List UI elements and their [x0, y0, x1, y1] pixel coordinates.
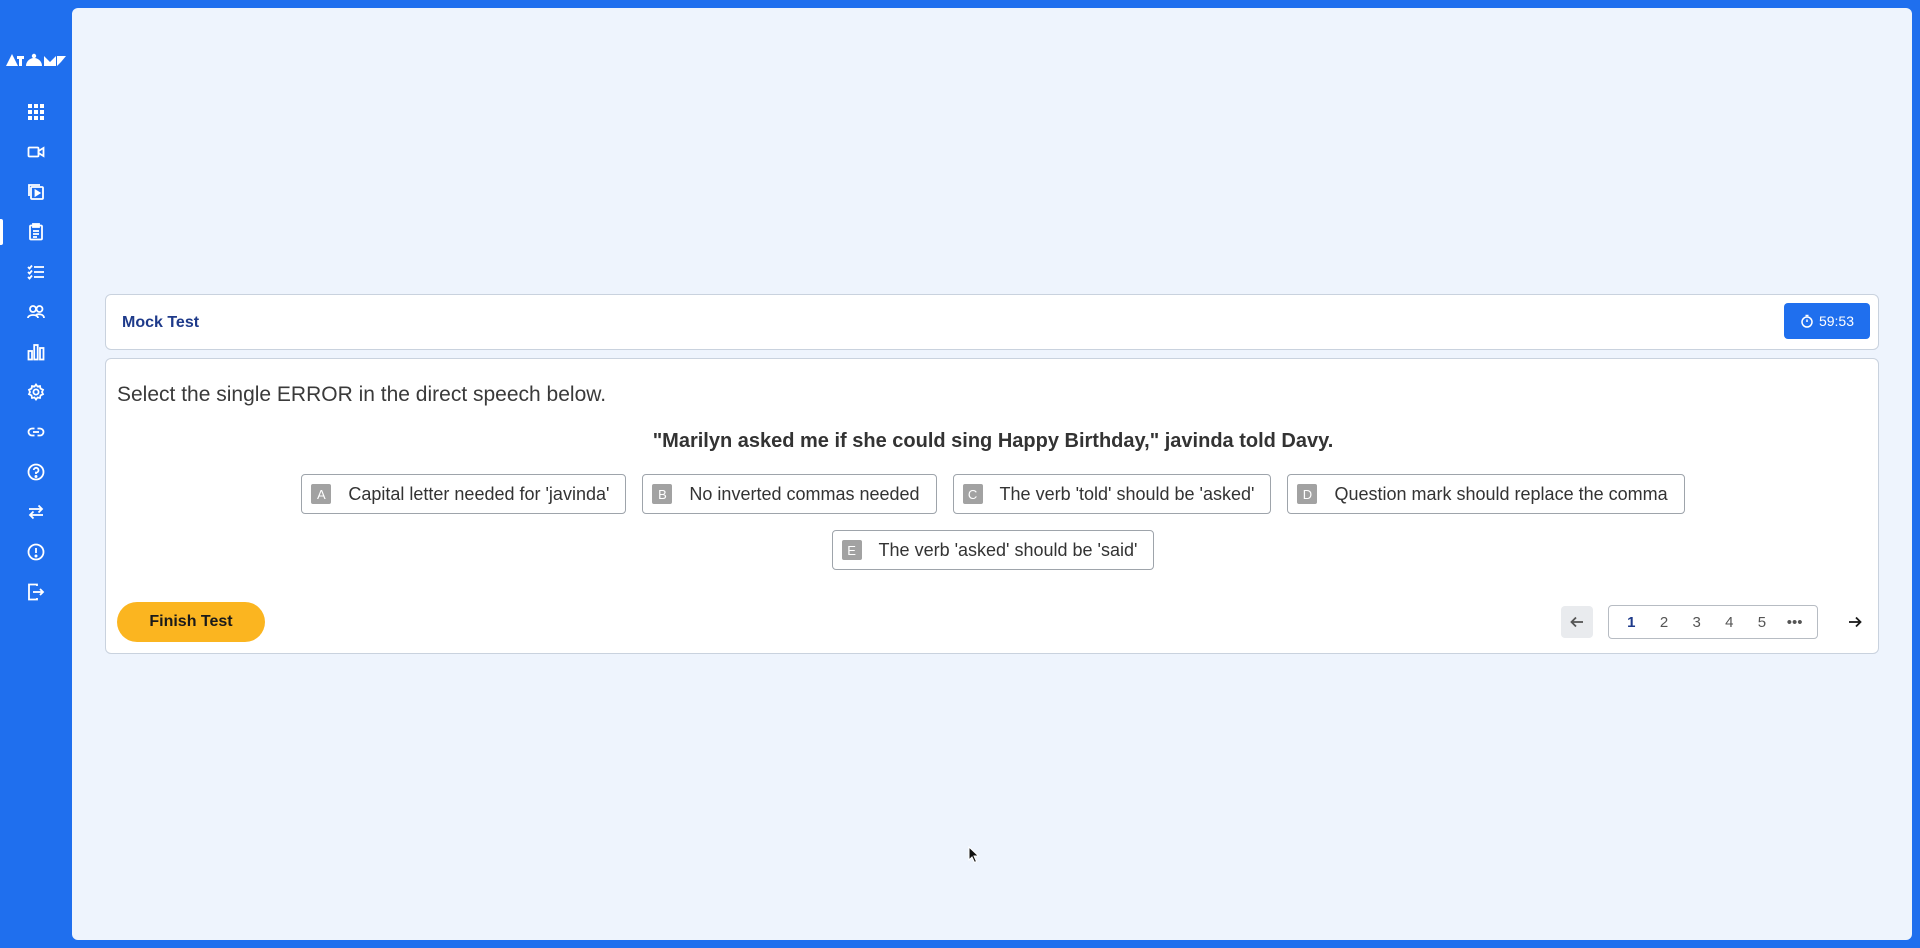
logout-icon [28, 583, 45, 601]
options-row: E The verb 'asked' should be 'said' [106, 530, 1880, 570]
sidebar-item-lessons[interactable] [0, 172, 72, 212]
page-5[interactable]: 5 [1748, 614, 1776, 631]
arrow-right-icon [1849, 616, 1862, 628]
option-letter: A [311, 484, 332, 504]
main-panel: Mock Test 59:53 Select the single ERROR … [72, 8, 1912, 940]
sidebar-item-videos[interactable] [0, 132, 72, 172]
sidebar-item-dashboard[interactable] [0, 92, 72, 132]
question-instruction: Select the single ERROR in the direct sp… [117, 383, 607, 406]
arrow-left-icon [1570, 616, 1583, 628]
option-letter: B [652, 484, 673, 504]
option-text: The verb 'asked' should be 'said' [878, 539, 1138, 560]
info-icon [27, 543, 45, 561]
page-2[interactable]: 2 [1650, 614, 1678, 631]
sidebar-item-tests[interactable] [0, 212, 72, 252]
grid-icon [28, 104, 44, 120]
pagination: 1 2 3 4 5 ••• [1608, 605, 1818, 639]
options-row: A Capital letter needed for 'javinda' B … [106, 474, 1880, 514]
video-icon [27, 146, 45, 158]
option-text: Question mark should replace the comma [1334, 483, 1668, 504]
sidebar-item-help[interactable] [0, 452, 72, 492]
users-icon [27, 305, 45, 319]
more-pages-button[interactable]: ••• [1781, 614, 1809, 631]
sidebar-item-links[interactable] [0, 412, 72, 452]
previous-page-button[interactable] [1561, 606, 1593, 638]
option-letter: E [841, 540, 862, 560]
next-page-button[interactable] [1839, 606, 1871, 638]
sidebar-item-reports[interactable] [0, 332, 72, 372]
question-card: Select the single ERROR in the direct sp… [105, 358, 1879, 654]
timer-text: 59:53 [1818, 313, 1855, 329]
page-3[interactable]: 3 [1683, 614, 1711, 631]
option-e[interactable]: E The verb 'asked' should be 'said' [831, 530, 1155, 570]
clipboard-icon [29, 223, 43, 241]
option-a[interactable]: A Capital letter needed for 'javinda' [301, 474, 627, 514]
swap-icon [28, 504, 44, 520]
option-letter: D [1297, 484, 1318, 504]
sidebar-item-about[interactable] [0, 532, 72, 572]
stopwatch-icon [1801, 314, 1813, 328]
mouse-cursor-icon [968, 846, 980, 864]
sidebar-item-tasks[interactable] [0, 252, 72, 292]
help-icon [27, 463, 45, 481]
finish-test-button[interactable]: Finish Test [117, 602, 265, 642]
option-text: No inverted commas needed [689, 483, 920, 504]
option-text: Capital letter needed for 'javinda' [348, 483, 610, 504]
sidebar-item-logout[interactable] [0, 572, 72, 612]
option-c[interactable]: C The verb 'told' should be 'asked' [952, 474, 1272, 514]
timer-badge[interactable]: 59:53 [1784, 303, 1870, 339]
option-text: The verb 'told' should be 'asked' [999, 483, 1255, 504]
question-sentence: "Marilyn asked me if she could sing Happ… [652, 430, 1334, 452]
bar-chart-icon [27, 344, 45, 361]
gear-icon [27, 383, 45, 401]
page-title: Mock Test [122, 314, 200, 331]
playlist-icon [28, 184, 44, 200]
option-d[interactable]: D Question mark should replace the comma [1287, 474, 1685, 514]
sidebar-item-users[interactable] [0, 292, 72, 332]
test-header: Mock Test 59:53 [105, 294, 1879, 350]
option-b[interactable]: B No inverted commas needed [642, 474, 937, 514]
page-4[interactable]: 4 [1715, 614, 1743, 631]
page-1[interactable]: 1 [1617, 614, 1645, 631]
sidebar-item-settings[interactable] [0, 372, 72, 412]
app-logo[interactable] [5, 48, 67, 70]
checklist-icon [27, 264, 44, 280]
option-letter: C [962, 484, 983, 504]
link-icon [27, 427, 45, 437]
sidebar [0, 0, 72, 948]
sidebar-item-switch[interactable] [0, 492, 72, 532]
